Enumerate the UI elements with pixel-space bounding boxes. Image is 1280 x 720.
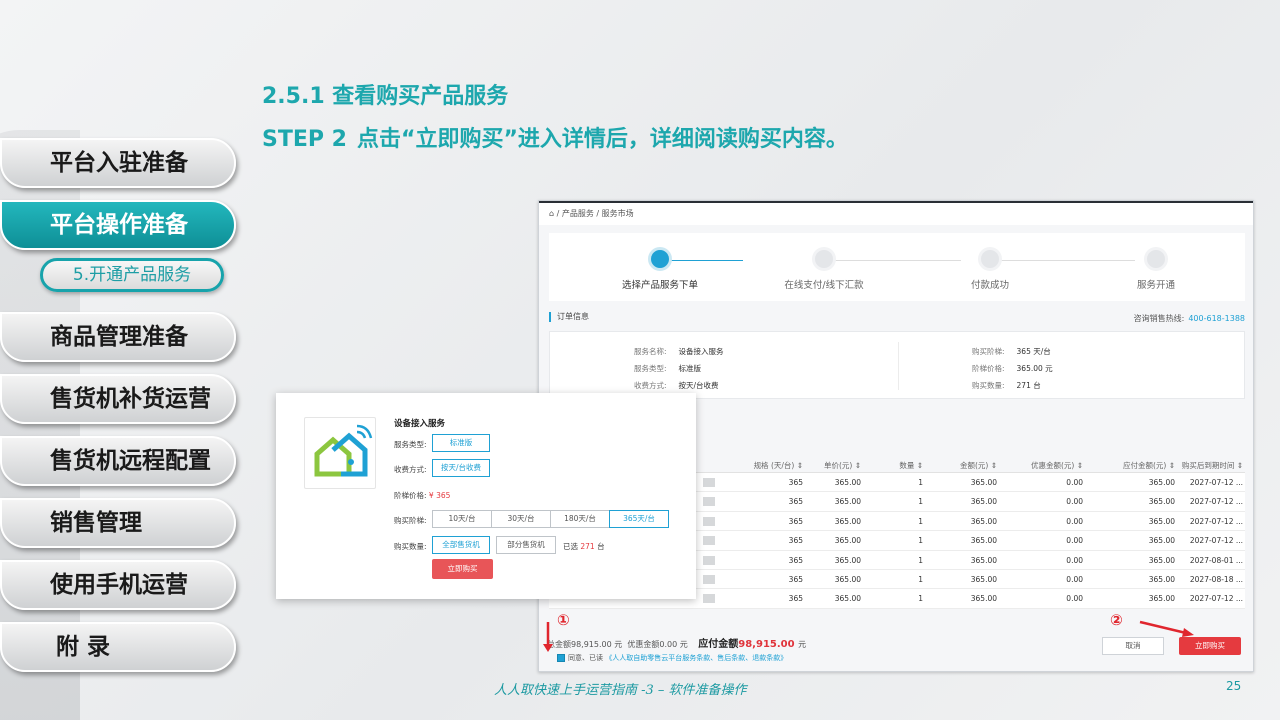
- page-number: 25: [1226, 679, 1242, 693]
- arrow-1-head: [543, 644, 553, 652]
- footer-guide-title: 人人取快速上手运营指南 -3 – 软件准备操作: [494, 683, 747, 698]
- marker-2: ②: [1110, 611, 1123, 629]
- arrow-2-head: [1182, 628, 1194, 637]
- arrow-2: [1139, 620, 1187, 635]
- marker-1: ①: [557, 611, 570, 629]
- annotation-arrows: [543, 620, 1194, 652]
